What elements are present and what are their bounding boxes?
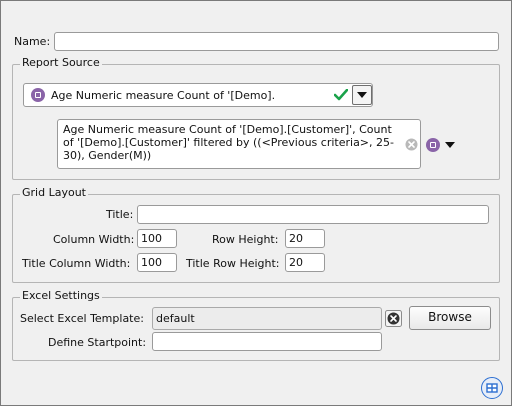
define-startpoint-input[interactable] — [152, 332, 382, 351]
name-label: Name: — [14, 35, 51, 48]
chevron-down-icon — [357, 92, 367, 98]
clear-template-icon[interactable] — [385, 310, 402, 327]
title-column-width-input[interactable] — [137, 253, 177, 272]
report-source-description-text: Age Numeric measure Count of '[Demo].[Cu… — [63, 123, 394, 162]
title-column-width-label: Title Column Width: — [22, 257, 131, 270]
name-input[interactable] — [54, 32, 499, 51]
excel-settings-legend: Excel Settings — [20, 289, 102, 302]
report-source-dropdown-button[interactable] — [352, 85, 372, 105]
column-width-input[interactable] — [137, 229, 177, 248]
excel-template-input[interactable] — [152, 307, 382, 330]
define-startpoint-label: Define Startpoint: — [48, 336, 147, 349]
grid-icon[interactable] — [481, 377, 503, 399]
grid-title-input[interactable] — [137, 205, 489, 224]
grid-title-label: Title: — [106, 208, 134, 221]
report-source-legend: Report Source — [20, 56, 102, 69]
checkmark-icon — [334, 89, 348, 101]
browse-button[interactable]: Browse — [409, 306, 491, 330]
column-width-label: Column Width: — [53, 233, 135, 246]
title-row-height-label: Title Row Height: — [186, 257, 280, 270]
measure-options-dropdown-icon[interactable] — [445, 142, 455, 148]
row-height-label: Row Height: — [212, 233, 279, 246]
report-source-selected: Age Numeric measure Count of '[Demo]. — [51, 89, 276, 102]
report-source-description[interactable]: Age Numeric measure Count of '[Demo].[Cu… — [57, 119, 421, 169]
measure-icon — [31, 88, 45, 102]
clear-icon[interactable] — [405, 138, 418, 151]
grid-layout-legend: Grid Layout — [20, 186, 88, 199]
report-source-combo[interactable]: Age Numeric measure Count of '[Demo]. — [23, 83, 373, 107]
measure-options-icon[interactable] — [426, 138, 440, 152]
row-height-input[interactable] — [285, 229, 325, 248]
title-row-height-input[interactable] — [285, 253, 325, 272]
excel-template-label: Select Excel Template: — [20, 312, 144, 325]
